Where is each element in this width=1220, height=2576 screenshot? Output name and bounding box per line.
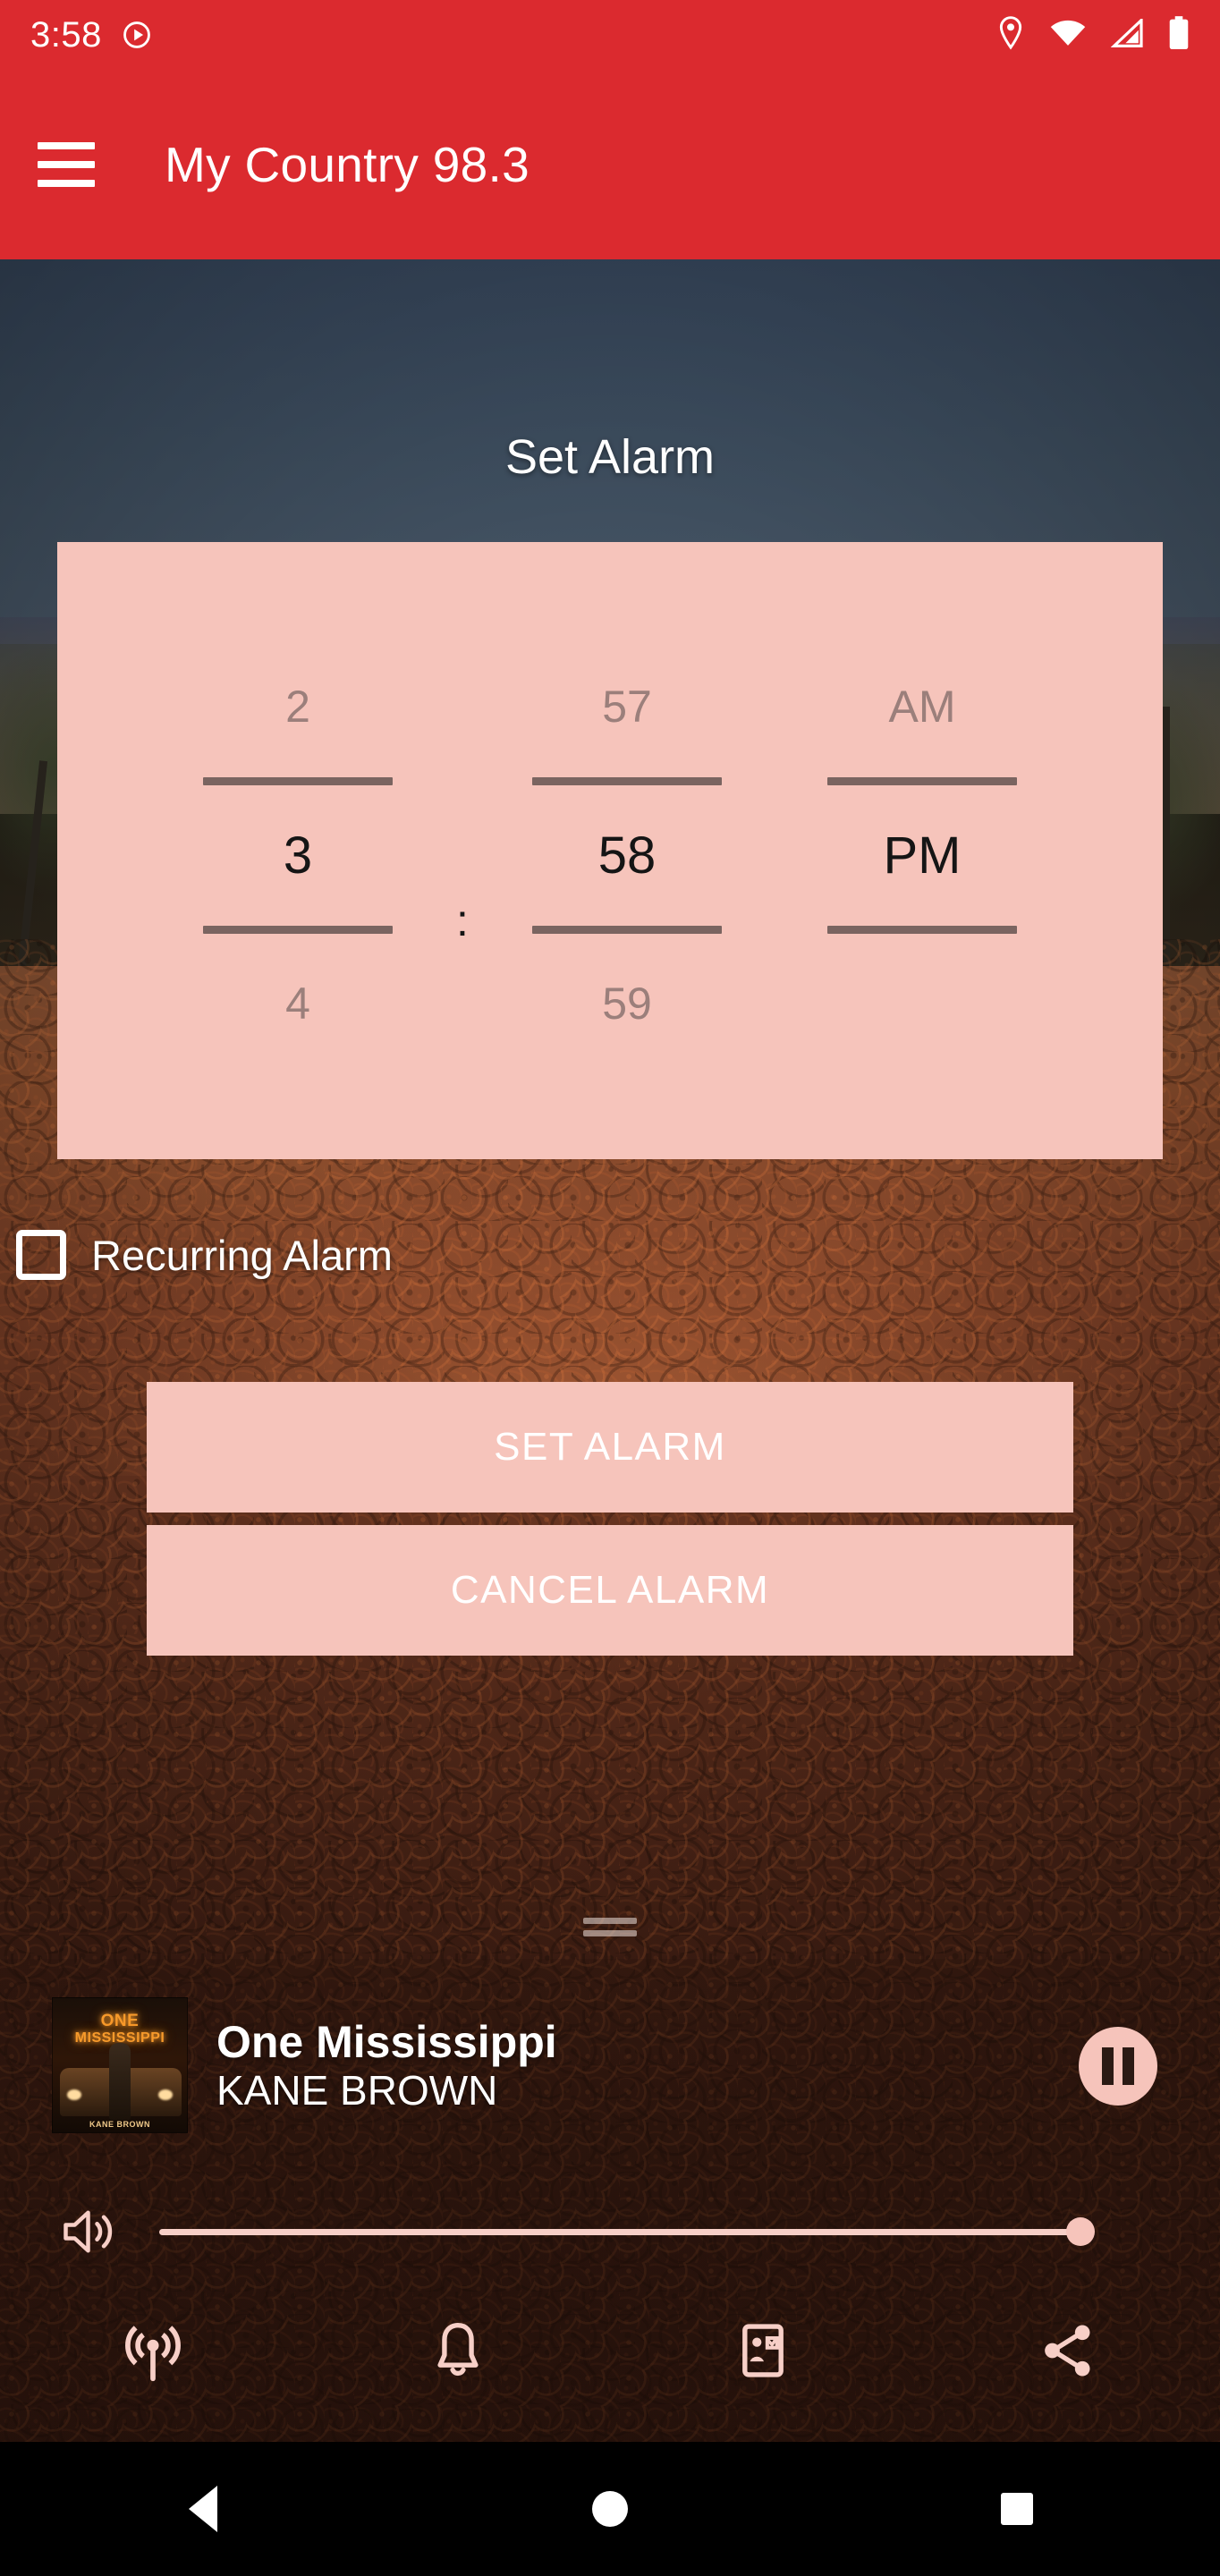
location-icon (996, 15, 1025, 55)
set-alarm-button[interactable]: SET ALARM (147, 1382, 1073, 1513)
meridiem-rule-top (775, 760, 1070, 801)
album-art-line1: ONE (100, 2012, 140, 2030)
minute-previous[interactable]: 57 (479, 653, 775, 760)
track-artist: KANE BROWN (216, 2066, 498, 2114)
album-art-headlight (67, 2089, 81, 2100)
colon-label: : (456, 895, 469, 945)
album-art-figure (109, 2043, 131, 2120)
hour-previous[interactable]: 2 (150, 653, 445, 760)
time-separator: : (445, 653, 479, 946)
home-icon[interactable] (407, 2491, 814, 2527)
minute-rule-bottom (479, 909, 775, 950)
sheet-drag-handle[interactable] (583, 1918, 637, 1936)
track-title: One Mississippi (216, 2016, 557, 2067)
minute-column[interactable]: 57 58 59 (479, 653, 775, 1057)
record-icon (122, 20, 152, 50)
status-bar-clock: 3:58 (30, 14, 102, 55)
android-navigation-bar (0, 2442, 1220, 2576)
share-icon[interactable] (915, 2319, 1220, 2382)
time-picker[interactable]: 2 3 4 : 57 58 59 AM PM (57, 542, 1163, 1159)
recurring-alarm-label: Recurring Alarm (91, 1231, 393, 1279)
recurring-alarm-checkbox[interactable] (16, 1230, 66, 1280)
pause-icon (1102, 2047, 1114, 2085)
minute-selected[interactable]: 58 (479, 801, 775, 909)
volume-row (0, 2182, 1220, 2281)
cellular-icon (1110, 16, 1143, 52)
time-picker-columns: 2 3 4 : 57 58 59 AM PM (57, 653, 1163, 1073)
meridiem-next[interactable] (775, 950, 1070, 1057)
back-icon[interactable] (0, 2486, 407, 2532)
alarm-bell-icon[interactable] (305, 2319, 610, 2382)
meridiem-column[interactable]: AM PM (775, 653, 1070, 1057)
meridiem-selected[interactable]: PM (775, 801, 1070, 909)
broadcast-icon[interactable] (0, 2318, 305, 2384)
cancel-alarm-button[interactable]: CANCEL ALARM (147, 1525, 1073, 1656)
minute-rule-top (479, 760, 775, 801)
status-bar: 3:58 (0, 0, 1220, 70)
volume-slider-thumb[interactable] (1066, 2217, 1095, 2246)
volume-up-icon[interactable] (52, 2205, 129, 2258)
main-content: Set Alarm 2 3 4 : 57 58 59 AM PM Recurri… (0, 259, 1220, 2442)
album-art-credit: KANE BROWN (89, 2120, 150, 2129)
set-alarm-heading: Set Alarm (504, 430, 716, 484)
hour-column[interactable]: 2 3 4 (150, 653, 445, 1057)
now-playing-row: ONE MISSISSIPPI KANE BROWN One Mississip… (0, 1980, 1220, 2150)
album-art-headlight (158, 2089, 173, 2100)
now-playing-text: One Mississippi KANE BROWN (216, 2017, 557, 2114)
volume-slider-track (159, 2228, 1083, 2235)
app-bar: My Country 98.3 (0, 70, 1220, 259)
recents-icon[interactable] (813, 2493, 1220, 2525)
contact-card-icon[interactable] (610, 2319, 915, 2382)
battery-icon (1168, 15, 1190, 55)
hour-rule-top (150, 760, 445, 801)
hour-next[interactable]: 4 (150, 950, 445, 1057)
pause-button[interactable] (1079, 2027, 1157, 2106)
minute-next[interactable]: 59 (479, 950, 775, 1057)
bottom-icon-bar (0, 2288, 1220, 2413)
hour-rule-bottom (150, 909, 445, 950)
album-art: ONE MISSISSIPPI KANE BROWN (52, 1997, 188, 2133)
recurring-alarm-row[interactable]: Recurring Alarm (16, 1230, 393, 1280)
page-title: My Country 98.3 (165, 137, 530, 192)
phone-screen: 3:58 My Country 98.3 Set Alarm 2 3 4: 5… (0, 0, 1220, 2576)
meridiem-previous[interactable]: AM (775, 653, 1070, 760)
wifi-icon (1050, 19, 1086, 52)
meridiem-rule-bottom (775, 909, 1070, 950)
status-bar-icons (996, 15, 1190, 55)
hour-selected[interactable]: 3 (150, 801, 445, 909)
pause-icon (1123, 2047, 1134, 2085)
now-playing-sheet: ONE MISSISSIPPI KANE BROWN One Mississip… (0, 1918, 1220, 2442)
hamburger-menu-icon[interactable] (38, 142, 95, 187)
volume-slider[interactable] (159, 2205, 1107, 2258)
